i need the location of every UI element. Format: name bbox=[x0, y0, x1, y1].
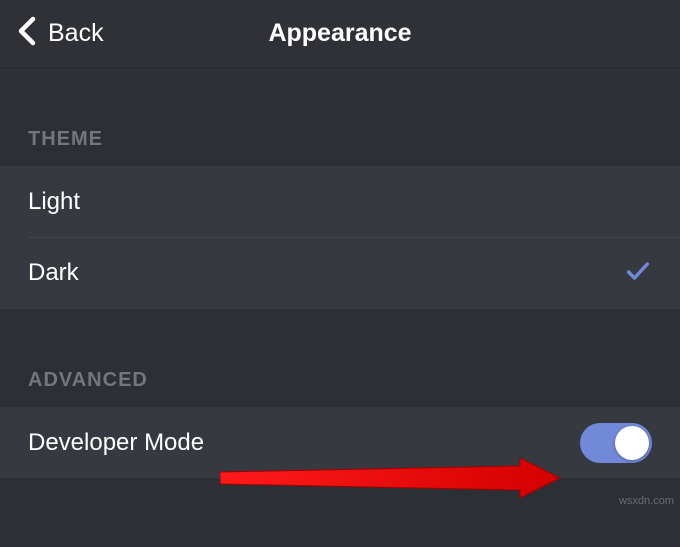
theme-dark-label: Dark bbox=[28, 259, 79, 287]
page-title: Appearance bbox=[268, 19, 411, 48]
header-bar: Back Appearance bbox=[0, 0, 680, 68]
developer-mode-label: Developer Mode bbox=[28, 429, 204, 457]
developer-mode-row: Developer Mode bbox=[0, 406, 680, 478]
theme-option-light[interactable]: Light bbox=[0, 165, 680, 237]
theme-section-header: THEME bbox=[0, 128, 680, 165]
back-label: Back bbox=[48, 19, 104, 48]
back-button[interactable]: Back bbox=[0, 16, 104, 51]
checkmark-icon bbox=[624, 257, 652, 290]
advanced-section-header: ADVANCED bbox=[0, 369, 680, 406]
theme-light-label: Light bbox=[28, 188, 80, 216]
section-gap bbox=[0, 309, 680, 369]
toggle-knob bbox=[615, 426, 649, 460]
section-gap bbox=[0, 68, 680, 128]
developer-mode-toggle[interactable] bbox=[580, 423, 652, 463]
watermark: wsxdn.com bbox=[619, 495, 674, 507]
theme-option-dark[interactable]: Dark bbox=[0, 237, 680, 309]
chevron-left-icon bbox=[18, 16, 36, 51]
